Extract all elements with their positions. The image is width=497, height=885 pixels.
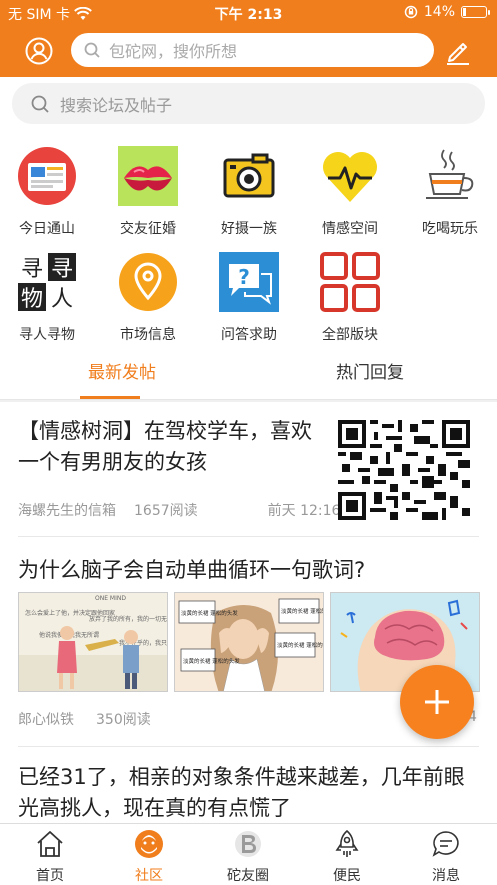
- feed-tabs: 最新发帖 热门回复: [0, 346, 497, 400]
- nav-label: 便民: [333, 868, 361, 884]
- qr-code-image: [338, 420, 470, 520]
- post-thumbnail-comic-1: ONE MIND 怎么会爱上了他，并决定跟他回家 放弃了我的所有，我的一切无所谓…: [18, 592, 168, 692]
- header: 包砣网，搜你所想: [0, 26, 497, 77]
- comic-caption: 放弃了我的所有，我的一切无所谓: [89, 615, 168, 623]
- nav-item-messages[interactable]: 消息: [416, 829, 476, 885]
- battery-fill: [463, 8, 466, 16]
- nav-item-home[interactable]: 首页: [20, 829, 80, 885]
- camera-icon: [223, 153, 275, 198]
- category-item-lost-found[interactable]: 寻 寻 物 人 寻人寻物: [0, 252, 97, 344]
- compose-icon[interactable]: [443, 36, 473, 66]
- svg-text:物: 物: [21, 287, 43, 312]
- svg-text:?: ?: [238, 265, 250, 289]
- nav-item-friends-circle[interactable]: 砣友圈: [218, 829, 278, 885]
- post-title: 为什么脑子会自动单曲循环一句歌词?: [18, 558, 366, 582]
- category-item-food-fun[interactable]: 吃喝玩乐: [400, 146, 497, 238]
- home-icon: [37, 831, 63, 857]
- post-item[interactable]: 【情感树洞】在驾校学车，喜欢一个有男朋友的女孩 海螺先生的信箱 1657阅读 前…: [0, 402, 497, 535]
- new-post-button[interactable]: [400, 665, 474, 739]
- category-item-dating[interactable]: 交友征婚: [98, 146, 198, 238]
- category-item-all-sections[interactable]: 全部版块: [300, 252, 400, 344]
- global-search-input[interactable]: 包砣网，搜你所想: [71, 33, 434, 67]
- category-item-qa[interactable]: ? 问答求助: [199, 252, 299, 344]
- friends-circle-icon: [235, 831, 261, 857]
- svg-text:人: 人: [51, 287, 73, 312]
- comic-bubble-text: 淡黄的长裙 蓬松的头发: [277, 641, 324, 649]
- post-thumbnail-comic-2: 淡黄的长裙 蓬松的头发 淡黄的长裙 蓬松的头发 淡黄的长裙 蓬松的头发 淡黄的长…: [174, 592, 324, 692]
- post-divider: [18, 536, 479, 537]
- status-bar: 无 SIM 卡 下午 2:13 14%: [0, 0, 497, 26]
- svg-text:寻: 寻: [51, 257, 73, 282]
- nav-item-services[interactable]: 便民: [317, 829, 377, 885]
- post-meta: 郎心似铁 350阅读: [18, 709, 151, 729]
- location-pin-icon: [119, 253, 177, 311]
- category-label: 交友征婚: [120, 221, 176, 237]
- category-label: 好摄一族: [221, 221, 277, 237]
- community-icon: [135, 830, 163, 858]
- search-icon: [31, 95, 49, 113]
- comic-caption: ONE MIND: [95, 595, 126, 602]
- category-label: 市场信息: [120, 327, 176, 343]
- category-label: 全部版块: [322, 327, 378, 343]
- battery-percent: 14%: [423, 4, 455, 20]
- category-label: 今日通山: [19, 221, 75, 237]
- category-label: 吃喝玩乐: [422, 221, 478, 237]
- post-title: 已经31了，相亲的对象条件越来越差，几年前眼光高挑人，现在真的有点慌了: [18, 765, 465, 820]
- category-label: 情感空间: [322, 221, 378, 237]
- post-divider: [18, 746, 479, 747]
- teacup-icon: [426, 149, 474, 199]
- post-time: 前天 12:16: [267, 503, 341, 519]
- forum-search-placeholder: 搜索论坛及帖子: [60, 95, 173, 115]
- heartbeat-icon: [323, 152, 377, 202]
- post-author: 郎心似铁: [18, 712, 74, 728]
- svg-text:寻: 寻: [21, 257, 43, 282]
- comic-bubble-text: 淡黄的长裙 蓬松的头发: [281, 607, 324, 615]
- nav-label: 首页: [36, 868, 64, 884]
- nav-label: 消息: [432, 868, 460, 884]
- nav-label: 砣友圈: [227, 868, 269, 884]
- post-meta: 海螺先生的信箱 1657阅读 前天 12:16: [18, 500, 340, 520]
- post-title: 【情感树洞】在驾校学车，喜欢一个有男朋友的女孩: [18, 419, 312, 474]
- search-icon: [84, 42, 100, 58]
- lips-icon: [118, 146, 178, 206]
- active-tab-indicator: [80, 396, 140, 399]
- message-icon: [432, 831, 459, 857]
- category-item-photography[interactable]: 好摄一族: [199, 146, 299, 238]
- post-reads: 350阅读: [96, 712, 151, 728]
- orientation-lock-icon: [404, 5, 418, 19]
- question-bubble-icon: ?: [219, 252, 279, 312]
- nav-label: 社区: [135, 868, 163, 884]
- category-item-market[interactable]: 市场信息: [98, 252, 198, 344]
- category-item-today-tongshan[interactable]: 今日通山: [0, 146, 97, 238]
- search-people-icon: 寻 寻 物 人: [17, 252, 77, 312]
- status-right: 14%: [404, 4, 490, 20]
- post-author: 海螺先生的信箱: [18, 503, 116, 519]
- rocket-icon: [335, 829, 359, 857]
- category-label: 寻人寻物: [19, 327, 75, 343]
- plus-icon: [425, 690, 449, 714]
- news-board-icon: [18, 147, 76, 205]
- tab-latest-posts[interactable]: 最新发帖: [88, 358, 156, 383]
- nav-item-community[interactable]: 社区: [119, 829, 179, 885]
- bottom-nav: 首页 社区 砣友圈 便民 消息: [0, 823, 497, 885]
- all-sections-icon: [320, 252, 380, 312]
- user-avatar-icon[interactable]: [25, 37, 53, 65]
- category-label: 问答求助: [221, 327, 277, 343]
- forum-search-input[interactable]: 搜索论坛及帖子: [12, 83, 485, 124]
- tab-hot-replies[interactable]: 热门回复: [336, 358, 404, 383]
- comic-bubble-text: 淡黄的长裙 蓬松的头发: [183, 657, 240, 665]
- global-search-placeholder: 包砣网，搜你所想: [109, 42, 238, 61]
- category-item-emotions[interactable]: 情感空间: [300, 146, 400, 238]
- comic-bubble-text: 淡黄的长裙 蓬松的头发: [181, 609, 238, 617]
- post-reads: 1657阅读: [134, 503, 198, 519]
- top-bar: 无 SIM 卡 下午 2:13 14% 包砣网，搜你所想: [0, 0, 497, 77]
- battery-icon: [461, 6, 490, 18]
